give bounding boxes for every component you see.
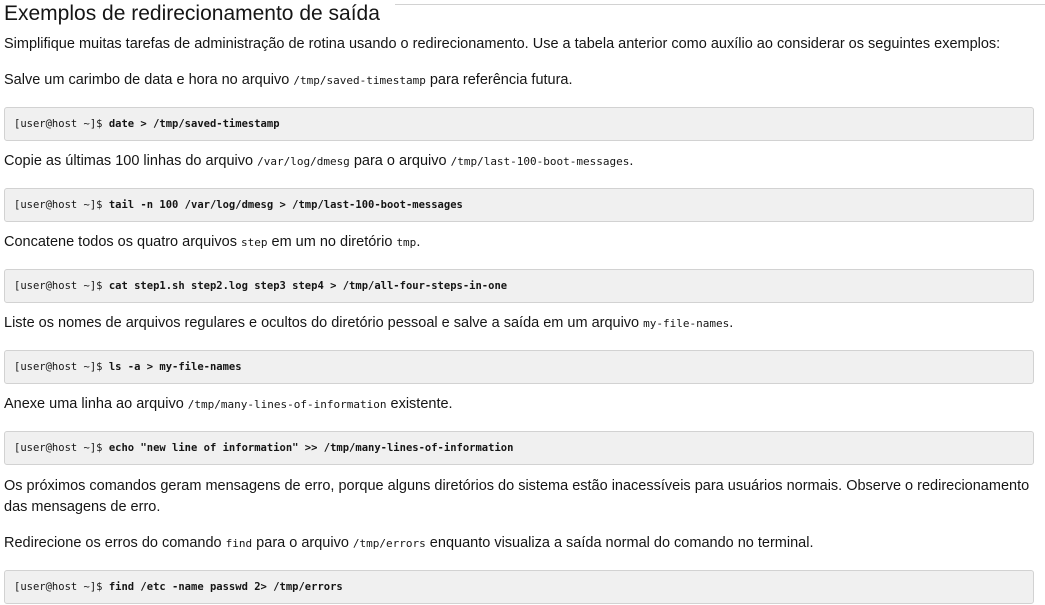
inline-code: /tmp/errors <box>352 537 426 550</box>
inline-code: tmp <box>396 236 417 249</box>
example-1-description: Salve um carimbo de data e hora no arqui… <box>4 70 1034 91</box>
errors-intro-paragraph: Os próximos comandos geram mensagens de … <box>4 478 1030 515</box>
command: cat step1.sh step2.log step3 step4 > /tm… <box>108 280 508 292</box>
code-block-5[interactable]: [user@host ~]$ echo "new line of informa… <box>4 431 1034 465</box>
example-3-description: Concatene todos os quatro arquivos step … <box>4 232 1034 253</box>
text: Anexe uma linha ao arquivo <box>4 396 188 412</box>
example-4-description: Liste os nomes de arquivos regulares e o… <box>4 313 1034 334</box>
title-divider <box>395 4 1045 5</box>
text: . <box>416 234 421 250</box>
text: Redirecione os erros do comando <box>4 535 226 551</box>
intro-paragraph: Simplifique muitas tarefas de administra… <box>4 36 1001 52</box>
text: em um no diretório <box>267 234 397 250</box>
inline-code: /tmp/saved-timestamp <box>293 74 426 87</box>
text: Concatene todos os quatro arquivos <box>4 234 241 250</box>
shell-prompt: [user@host ~]$ <box>14 199 109 211</box>
code-block-6[interactable]: [user@host ~]$ find /etc -name passwd 2>… <box>4 570 1034 604</box>
code-block-2[interactable]: [user@host ~]$ tail -n 100 /var/log/dmes… <box>4 188 1034 222</box>
section-title: Exemplos de redirecionamento de saída <box>4 2 380 25</box>
text: . <box>629 153 634 169</box>
shell-prompt: [user@host ~]$ <box>14 581 109 593</box>
command: find /etc -name passwd 2> /tmp/errors <box>108 581 343 593</box>
inline-code: /var/log/dmesg <box>257 155 350 168</box>
text: para o arquivo <box>349 153 451 169</box>
shell-prompt: [user@host ~]$ <box>14 118 109 130</box>
code-block-3[interactable]: [user@host ~]$ cat step1.sh step2.log st… <box>4 269 1034 303</box>
inline-code: /tmp/last-100-boot-messages <box>450 155 630 168</box>
command: echo "new line of information" >> /tmp/m… <box>108 442 514 454</box>
code-block-4[interactable]: [user@host ~]$ ls -a > my-file-names <box>4 350 1034 384</box>
command: ls -a > my-file-names <box>108 361 242 373</box>
text: . <box>729 315 734 331</box>
example-6-description: Redirecione os erros do comando find par… <box>4 533 1034 554</box>
command: tail -n 100 /var/log/dmesg > /tmp/last-1… <box>108 199 463 211</box>
text: para referência futura. <box>425 72 573 88</box>
text: existente. <box>386 396 453 412</box>
inline-code: /tmp/many-lines-of-information <box>187 398 387 411</box>
inline-code: find <box>225 537 253 550</box>
command: date > /tmp/saved-timestamp <box>108 118 280 130</box>
text: Salve um carimbo de data e hora no arqui… <box>4 72 294 88</box>
shell-prompt: [user@host ~]$ <box>14 361 109 373</box>
text: para o arquivo <box>252 535 353 551</box>
example-5-description: Anexe uma linha ao arquivo /tmp/many-lin… <box>4 394 1034 415</box>
text: Liste os nomes de arquivos regulares e o… <box>4 315 644 331</box>
inline-code: step <box>240 236 268 249</box>
page: Exemplos de redirecionamento de saída Si… <box>0 0 1045 605</box>
text: enquanto visualiza a saída normal do com… <box>425 535 814 551</box>
code-block-1[interactable]: [user@host ~]$ date > /tmp/saved-timesta… <box>4 107 1034 141</box>
inline-code: my-file-names <box>643 317 730 330</box>
shell-prompt: [user@host ~]$ <box>14 442 109 454</box>
example-2-description: Copie as últimas 100 linhas do arquivo /… <box>4 151 1034 172</box>
shell-prompt: [user@host ~]$ <box>14 280 109 292</box>
text: Copie as últimas 100 linhas do arquivo <box>4 153 258 169</box>
